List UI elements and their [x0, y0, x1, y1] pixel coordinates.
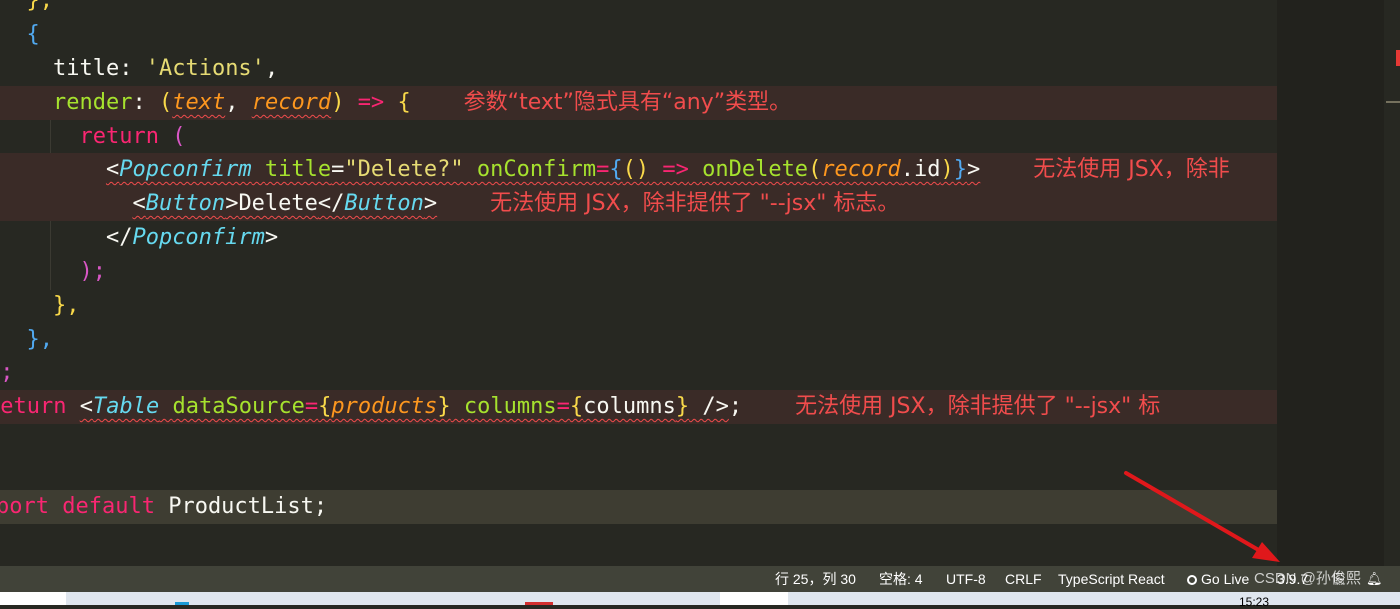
- taskbar-item[interactable]: [0, 592, 66, 605]
- go-live-label: Go Live: [1201, 571, 1250, 587]
- broadcast-icon: [1187, 575, 1197, 585]
- taskbar-clock[interactable]: 15:23: [1239, 596, 1269, 608]
- indentation-status[interactable]: 空格: 4: [879, 566, 923, 592]
- go-live-button[interactable]: Go Live: [1187, 566, 1249, 592]
- annotation-arrow: [1124, 471, 1280, 562]
- encoding-status[interactable]: UTF-8: [946, 566, 986, 592]
- taskbar-item[interactable]: [720, 592, 788, 605]
- language-mode-status[interactable]: TypeScript React: [1058, 566, 1165, 592]
- watermark: CSDN @孙俊熙: [1254, 570, 1361, 587]
- status-bar: 行 25，列 30 空格: 4 UTF-8 CRLF TypeScript Re…: [0, 566, 1400, 592]
- taskbar: 15:23: [0, 592, 1400, 608]
- cursor-position-status[interactable]: 行 25，列 30: [775, 566, 856, 592]
- bell-icon[interactable]: 🔔︎: [1366, 566, 1383, 592]
- eol-status[interactable]: CRLF: [1005, 566, 1042, 592]
